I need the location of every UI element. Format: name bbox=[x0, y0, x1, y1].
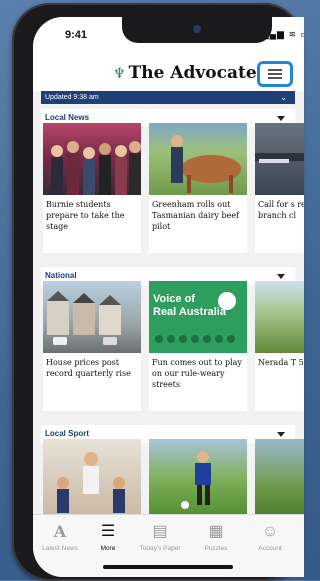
section-title-local-sport: Local Sport bbox=[45, 429, 90, 438]
puzzles-icon: ▦ bbox=[208, 523, 224, 540]
nav-label: Today's Paper bbox=[139, 545, 181, 552]
card-headline: Call for s reaction branch cl bbox=[258, 200, 304, 220]
nav-label: Latest News bbox=[42, 545, 78, 552]
nav-account[interactable]: ☺ Account bbox=[247, 521, 293, 552]
collapse-triangle-icon bbox=[277, 116, 285, 121]
collapse-triangle-icon bbox=[277, 274, 285, 279]
nav-latest-news[interactable]: A Latest News bbox=[37, 521, 83, 552]
card-headline: House prices post record quarterly rise bbox=[46, 358, 131, 378]
news-card[interactable]: Call for s reaction branch cl bbox=[255, 123, 304, 253]
updated-text: Updated 9:38 am bbox=[45, 94, 99, 101]
phone-frame: 9:41 ▂▄▆ ≋ ▭ ♆The Advocate Updated 9:38 … bbox=[12, 3, 304, 581]
card-image bbox=[255, 439, 304, 519]
masthead: ♆ The Advocate bbox=[33, 45, 304, 91]
updated-bar[interactable]: Updated 9:38 am ⌄ bbox=[41, 91, 295, 104]
card-headline: Burnie students prepare to take the stag… bbox=[46, 200, 125, 231]
card-image: Voice of Real Australia bbox=[149, 281, 247, 353]
latest-news-icon: A bbox=[53, 522, 67, 541]
nav-label: Account bbox=[258, 545, 282, 552]
local-news-row: Burnie students prepare to take the stag… bbox=[33, 123, 304, 253]
logo-text: The Advocate bbox=[128, 63, 257, 83]
status-time: 9:41 bbox=[65, 29, 88, 41]
nav-todays-paper[interactable]: ▤ Today's Paper bbox=[137, 521, 183, 552]
camera-icon bbox=[193, 25, 201, 33]
card-image bbox=[149, 439, 247, 519]
section-title-local-news: Local News bbox=[45, 113, 90, 122]
todays-paper-icon: ▤ bbox=[152, 523, 168, 540]
app-screen: 9:41 ▂▄▆ ≋ ▭ ♆The Advocate Updated 9:38 … bbox=[33, 17, 304, 577]
more-icon: ☰ bbox=[100, 523, 116, 540]
nav-label: Puzzles bbox=[204, 545, 228, 552]
menu-button[interactable] bbox=[257, 61, 293, 87]
card-image bbox=[149, 123, 247, 195]
account-icon: ☺ bbox=[261, 523, 279, 540]
section-title-national: National bbox=[45, 271, 77, 280]
card-image bbox=[255, 281, 304, 353]
phone-notch bbox=[122, 17, 272, 43]
news-card[interactable]: Voice of Real Australia Fun comes out to… bbox=[149, 281, 247, 411]
logo-mark-icon: ♆ bbox=[113, 66, 126, 82]
home-indicator bbox=[103, 565, 233, 569]
card-image bbox=[43, 123, 141, 195]
collapse-triangle-icon bbox=[277, 432, 285, 437]
card-headline: Nerada T 50 years bbox=[258, 358, 304, 367]
news-card[interactable]: Greenham rolls out Tasmanian dairy beef … bbox=[149, 123, 247, 253]
card-image bbox=[43, 439, 141, 519]
news-card[interactable]: Burnie students prepare to take the stag… bbox=[43, 123, 141, 253]
app-logo: ♆ The Advocate bbox=[113, 63, 257, 83]
card-headline: Greenham rolls out Tasmanian dairy beef … bbox=[152, 200, 240, 231]
chevron-down-icon: ⌄ bbox=[280, 93, 287, 102]
card-headline: Fun comes out to play on our rule-weary … bbox=[152, 358, 242, 389]
news-card[interactable]: Nerada T 50 years bbox=[255, 281, 304, 411]
nav-more[interactable]: ☰ More bbox=[85, 521, 131, 552]
news-card[interactable]: House prices post record quarterly rise bbox=[43, 281, 141, 411]
nav-label: More bbox=[100, 545, 116, 552]
national-row: House prices post record quarterly rise … bbox=[33, 281, 304, 411]
nav-puzzles[interactable]: ▦ Puzzles bbox=[193, 521, 239, 552]
card-image bbox=[255, 123, 304, 195]
card-image bbox=[43, 281, 141, 353]
